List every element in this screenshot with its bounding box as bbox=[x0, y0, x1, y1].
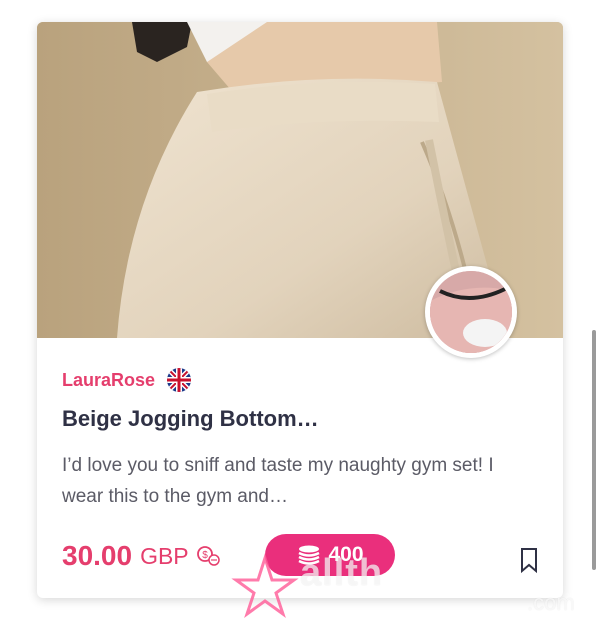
price-row: 30.00 GBP $ bbox=[62, 534, 223, 578]
avatar-image bbox=[430, 271, 512, 353]
currency-convert-icon[interactable]: $ bbox=[195, 544, 223, 568]
listing-description: I’d love you to sniff and taste my naugh… bbox=[62, 455, 494, 507]
svg-text:$: $ bbox=[202, 550, 208, 561]
coins-icon bbox=[296, 544, 322, 566]
coin-amount: 400 bbox=[328, 543, 364, 566]
scrollbar[interactable] bbox=[592, 330, 596, 570]
price-currency: GBP bbox=[140, 542, 189, 569]
listing-title[interactable]: Beige Jogging Bottom… bbox=[62, 406, 532, 432]
price-amount: 30.00 bbox=[62, 540, 133, 571]
listing-card[interactable]: LauraRose Beige Jogging Bottom… I’d love… bbox=[37, 22, 563, 598]
coin-price-button[interactable]: 400 bbox=[265, 534, 395, 576]
uk-flag-icon bbox=[167, 368, 192, 392]
page: LauraRose Beige Jogging Bottom… I’d love… bbox=[0, 0, 600, 626]
seller-name-link[interactable]: LauraRose bbox=[62, 370, 155, 391]
bookmark-icon[interactable] bbox=[517, 546, 541, 574]
seller-row: LauraRose bbox=[62, 366, 192, 394]
seller-avatar[interactable] bbox=[425, 266, 517, 358]
